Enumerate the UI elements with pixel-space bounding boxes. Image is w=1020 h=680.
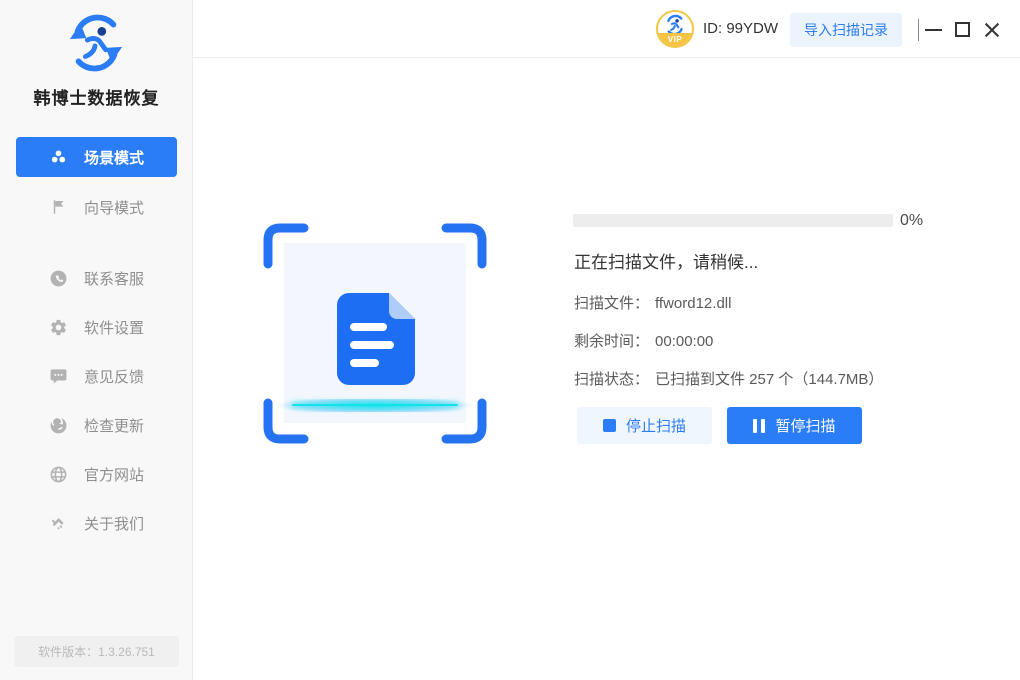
document-icon <box>337 293 415 385</box>
close-button[interactable] <box>979 0 1005 58</box>
sidebar-item-official-website[interactable]: 官方网站 <box>16 454 177 494</box>
stop-scan-label: 停止扫描 <box>626 415 686 436</box>
user-id-label: ID: 99YDW <box>703 20 778 37</box>
current-file-line: 扫描文件： ffword12.dll <box>574 292 731 313</box>
sidebar-item-label: 意见反馈 <box>84 366 144 387</box>
current-file-label: 扫描文件： <box>574 295 649 312</box>
time-left-value: 00:00:00 <box>655 333 713 350</box>
scan-progress-bar <box>573 214 893 227</box>
sidebar-item-label: 检查更新 <box>84 415 144 436</box>
feedback-icon <box>49 367 68 386</box>
time-left-line: 剩余时间： 00:00:00 <box>574 330 713 351</box>
maximize-icon <box>955 22 970 37</box>
app-title: 韩博士数据恢复 <box>0 84 193 109</box>
sidebar-item-label: 场景模式 <box>84 147 144 168</box>
pause-scan-label: 暂停扫描 <box>775 415 835 436</box>
topbar: VIP ID: 99YDW 导入扫描记录 <box>193 0 1020 58</box>
maximize-button[interactable] <box>950 0 976 58</box>
topbar-divider <box>918 19 919 41</box>
sidebar-item-label: 软件设置 <box>84 317 144 338</box>
pause-scan-button[interactable]: 暂停扫描 <box>727 407 862 444</box>
sidebar-item-contact-support[interactable]: 联系客服 <box>16 258 177 298</box>
current-file-value: ffword12.dll <box>655 295 731 312</box>
sidebar-item-settings[interactable]: 软件设置 <box>16 307 177 347</box>
sidebar-item-label: 官方网站 <box>84 464 144 485</box>
update-icon <box>49 416 68 435</box>
globe-icon <box>49 465 68 484</box>
vip-avatar-icon[interactable]: VIP <box>656 10 694 48</box>
vip-badge: VIP <box>658 33 692 46</box>
app-window: 韩博士数据恢复 场景模式 向导模式 <box>0 0 1020 680</box>
sidebar: 韩博士数据恢复 场景模式 向导模式 <box>0 0 193 680</box>
gear-icon <box>49 318 68 337</box>
minimize-button[interactable] <box>921 0 947 58</box>
sidebar-item-label: 关于我们 <box>84 513 144 534</box>
app-logo-icon <box>62 12 130 74</box>
stop-scan-button[interactable]: 停止扫描 <box>577 407 712 444</box>
group-icon <box>49 148 68 167</box>
sidebar-item-wizard-mode[interactable]: 向导模式 <box>16 187 177 227</box>
minimize-icon <box>925 29 942 31</box>
close-icon <box>983 21 1001 39</box>
import-scan-records-button[interactable]: 导入扫描记录 <box>790 13 902 47</box>
progress-percent-label: 0% <box>900 212 923 230</box>
sidebar-item-check-update[interactable]: 检查更新 <box>16 405 177 445</box>
scan-state-line: 扫描状态： 已扫描到文件 257 个（144.7MB） <box>574 368 883 389</box>
flag-icon <box>49 198 68 217</box>
scan-status-message: 正在扫描文件，请稍候... <box>574 248 758 273</box>
stop-icon <box>603 419 616 432</box>
version-badge: 软件版本：1.3.26.751 <box>14 636 179 667</box>
sidebar-item-about-us[interactable]: 关于我们 <box>16 503 177 543</box>
scan-beam <box>253 399 497 412</box>
scan-state-value: 已扫描到文件 257 个（144.7MB） <box>655 371 883 388</box>
handshake-icon <box>49 514 68 533</box>
phone-icon <box>49 269 68 288</box>
scan-state-label: 扫描状态： <box>574 371 649 388</box>
sidebar-item-scene-mode[interactable]: 场景模式 <box>16 137 177 177</box>
pause-icon <box>753 419 765 433</box>
scan-animation <box>263 223 487 444</box>
sidebar-item-label: 向导模式 <box>84 197 144 218</box>
sidebar-item-label: 联系客服 <box>84 268 144 289</box>
sidebar-item-feedback[interactable]: 意见反馈 <box>16 356 177 396</box>
time-left-label: 剩余时间： <box>574 333 649 350</box>
